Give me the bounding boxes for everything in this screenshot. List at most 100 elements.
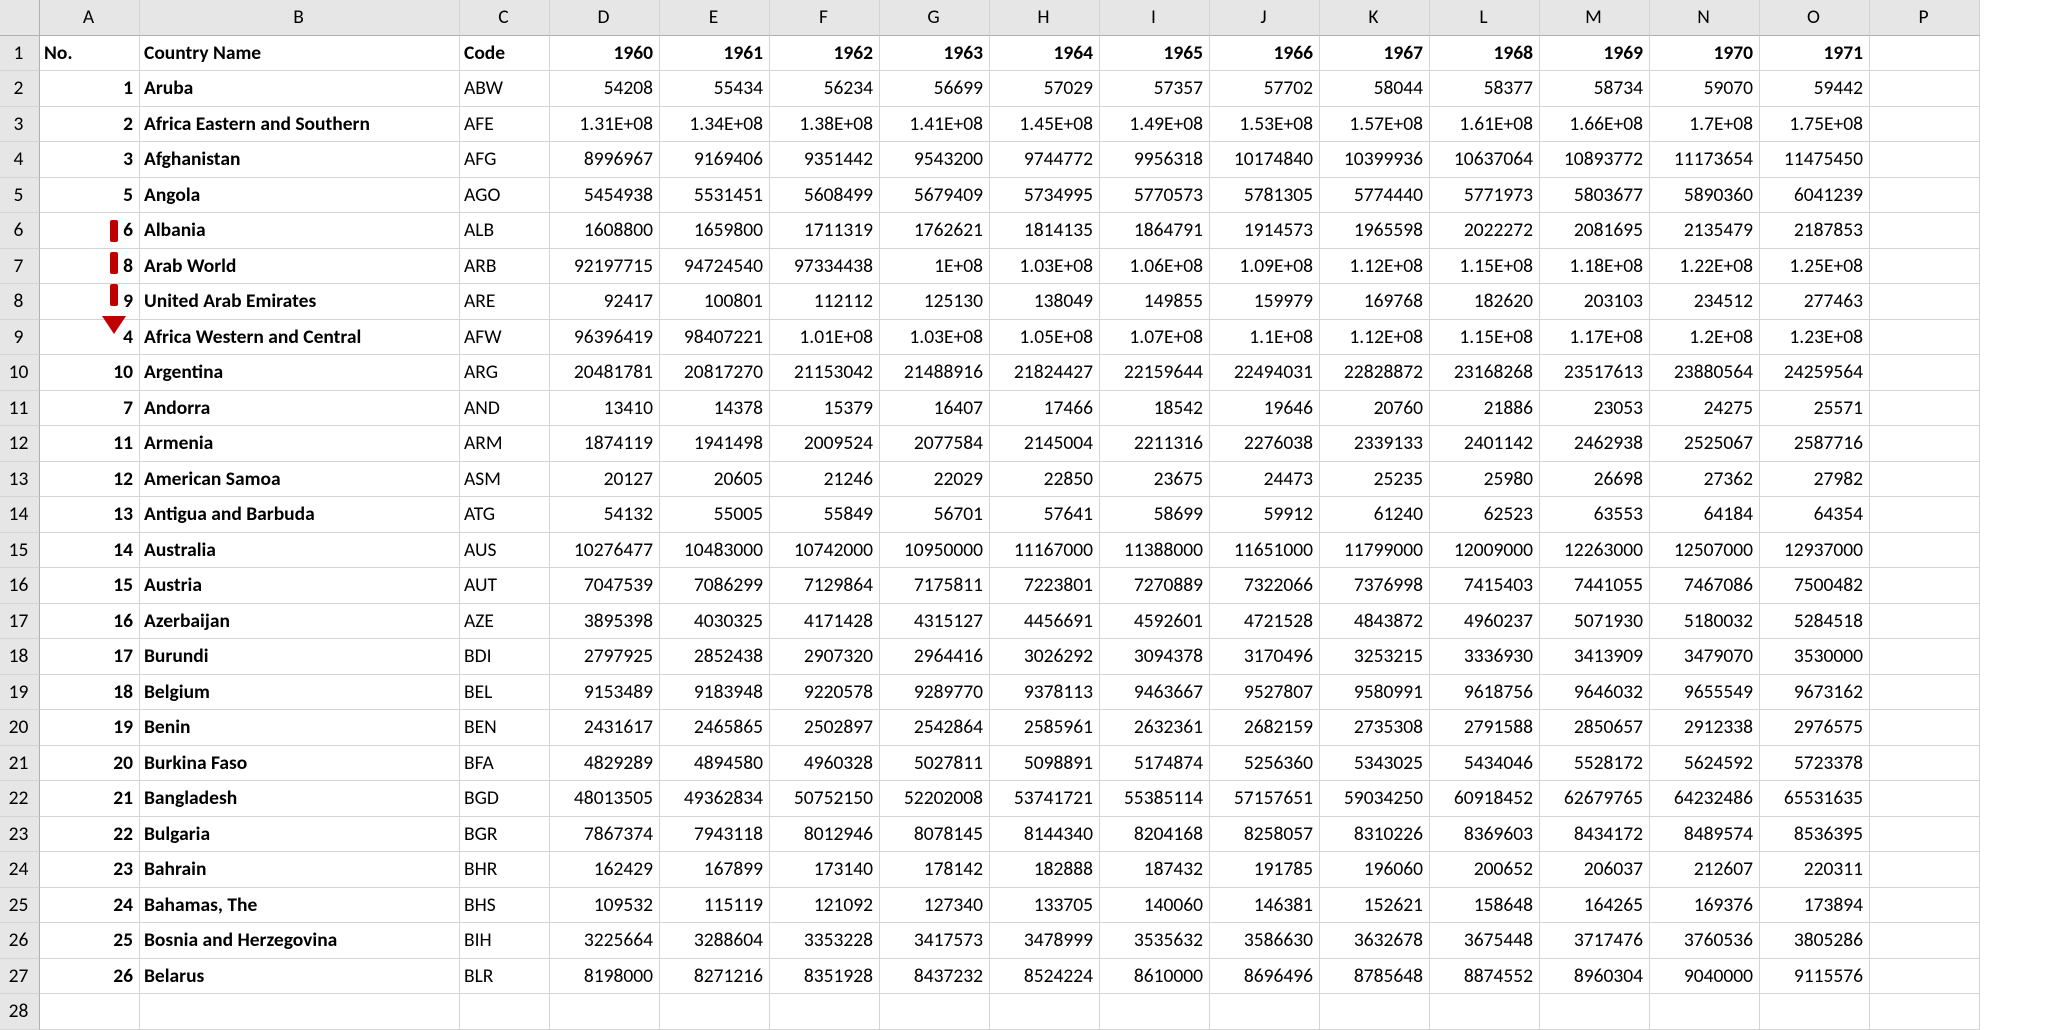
cell-16-4[interactable]: 7047539	[550, 568, 660, 604]
cell-9-6[interactable]: 1.01E+08	[770, 320, 880, 356]
cell-6-12[interactable]: 2022272	[1430, 213, 1540, 249]
cell-3-14[interactable]: 1.7E+08	[1650, 107, 1760, 143]
cell-24-9[interactable]: 187432	[1100, 852, 1210, 888]
cell-3-5[interactable]: 1.34E+08	[660, 107, 770, 143]
cell-8-13[interactable]: 203103	[1540, 284, 1650, 320]
cell-7-7[interactable]: 1E+08	[880, 249, 990, 285]
cell-22-4[interactable]: 48013505	[550, 781, 660, 817]
cell-8-14[interactable]: 234512	[1650, 284, 1760, 320]
cell-13-12[interactable]: 25980	[1430, 462, 1540, 498]
cell-15-12[interactable]: 12009000	[1430, 533, 1540, 569]
cell-p-6[interactable]	[1870, 213, 1980, 249]
cell-13-13[interactable]: 26698	[1540, 462, 1650, 498]
cell-2-9[interactable]: 57357	[1100, 71, 1210, 107]
cell-25-5[interactable]: 115119	[660, 888, 770, 924]
cell-code-13[interactable]: ASM	[460, 462, 550, 498]
cell-no-2[interactable]: 1	[40, 71, 140, 107]
cell-23-15[interactable]: 8536395	[1760, 817, 1870, 853]
cell-4-7[interactable]: 9543200	[880, 142, 990, 178]
cell-11-15[interactable]: 25571	[1760, 391, 1870, 427]
row-header-28[interactable]: 28	[0, 994, 40, 1030]
cell-4-15[interactable]: 11475450	[1760, 142, 1870, 178]
cell-2-4[interactable]: 54208	[550, 71, 660, 107]
row-header-17[interactable]: 17	[0, 604, 40, 640]
cell-5-14[interactable]: 5890360	[1650, 178, 1760, 214]
cell-15-5[interactable]: 10483000	[660, 533, 770, 569]
column-header-C[interactable]: C	[460, 0, 550, 36]
cell-21-6[interactable]: 4960328	[770, 746, 880, 782]
cell-5-5[interactable]: 5531451	[660, 178, 770, 214]
cell-p-4[interactable]	[1870, 142, 1980, 178]
cell-23-11[interactable]: 8310226	[1320, 817, 1430, 853]
cell-p-27[interactable]	[1870, 959, 1980, 995]
cell-17-11[interactable]: 4843872	[1320, 604, 1430, 640]
cell-25-14[interactable]: 169376	[1650, 888, 1760, 924]
cell-country-15[interactable]: Australia	[140, 533, 460, 569]
cell-28-1[interactable]	[140, 994, 460, 1030]
cell-5-6[interactable]: 5608499	[770, 178, 880, 214]
cell-24-15[interactable]: 220311	[1760, 852, 1870, 888]
cell-country-23[interactable]: Bulgaria	[140, 817, 460, 853]
cell-p-2[interactable]	[1870, 71, 1980, 107]
row-header-5[interactable]: 5	[0, 178, 40, 214]
column-header-L[interactable]: L	[1430, 0, 1540, 36]
cell-28-12[interactable]	[1540, 994, 1650, 1030]
cell-8-9[interactable]: 149855	[1100, 284, 1210, 320]
row-header-6[interactable]: 6	[0, 213, 40, 249]
column-header-P[interactable]: P	[1870, 0, 1980, 36]
cell-3-15[interactable]: 1.75E+08	[1760, 107, 1870, 143]
row-header-3[interactable]: 3	[0, 107, 40, 143]
cell-14-13[interactable]: 63553	[1540, 497, 1650, 533]
cell-11-13[interactable]: 23053	[1540, 391, 1650, 427]
cell-4-11[interactable]: 10399936	[1320, 142, 1430, 178]
cell-no-25[interactable]: 24	[40, 888, 140, 924]
cell-no-20[interactable]: 19	[40, 710, 140, 746]
cell-20-8[interactable]: 2585961	[990, 710, 1100, 746]
cell-15-14[interactable]: 12507000	[1650, 533, 1760, 569]
cell-25-11[interactable]: 152621	[1320, 888, 1430, 924]
cell-27-14[interactable]: 9040000	[1650, 959, 1760, 995]
cell-17-6[interactable]: 4171428	[770, 604, 880, 640]
cell-19-11[interactable]: 9580991	[1320, 675, 1430, 711]
cell-no-9[interactable]: 4	[40, 320, 140, 356]
cell-code-4[interactable]: AFG	[460, 142, 550, 178]
cell-no-8[interactable]: 9	[40, 284, 140, 320]
cell-9-7[interactable]: 1.03E+08	[880, 320, 990, 356]
cell-11-7[interactable]: 16407	[880, 391, 990, 427]
cell-18-10[interactable]: 3170496	[1210, 639, 1320, 675]
cell-8-4[interactable]: 92417	[550, 284, 660, 320]
row-header-10[interactable]: 10	[0, 355, 40, 391]
row-header-1[interactable]: 1	[0, 36, 40, 72]
cell-25-6[interactable]: 121092	[770, 888, 880, 924]
cell-25-13[interactable]: 164265	[1540, 888, 1650, 924]
cell-country-9[interactable]: Africa Western and Central	[140, 320, 460, 356]
cell-code-21[interactable]: BFA	[460, 746, 550, 782]
cell-18-9[interactable]: 3094378	[1100, 639, 1210, 675]
cell-18-6[interactable]: 2907320	[770, 639, 880, 675]
cell-16-13[interactable]: 7441055	[1540, 568, 1650, 604]
cell-4-5[interactable]: 9169406	[660, 142, 770, 178]
cell-28-14[interactable]	[1760, 994, 1870, 1030]
cell-21-7[interactable]: 5027811	[880, 746, 990, 782]
cell-p-3[interactable]	[1870, 107, 1980, 143]
cell-23-5[interactable]: 7943118	[660, 817, 770, 853]
cell-13-8[interactable]: 22850	[990, 462, 1100, 498]
cell-code-15[interactable]: AUS	[460, 533, 550, 569]
cell-13-11[interactable]: 25235	[1320, 462, 1430, 498]
cell-24-13[interactable]: 206037	[1540, 852, 1650, 888]
cell-27-5[interactable]: 8271216	[660, 959, 770, 995]
cell-13-6[interactable]: 21246	[770, 462, 880, 498]
cell-11-6[interactable]: 15379	[770, 391, 880, 427]
cell-22-7[interactable]: 52202008	[880, 781, 990, 817]
row-header-20[interactable]: 20	[0, 710, 40, 746]
cell-26-9[interactable]: 3535632	[1100, 923, 1210, 959]
cell-country-16[interactable]: Austria	[140, 568, 460, 604]
cell-19-14[interactable]: 9655549	[1650, 675, 1760, 711]
cell-p-19[interactable]	[1870, 675, 1980, 711]
cell-p-21[interactable]	[1870, 746, 1980, 782]
cell-26-11[interactable]: 3632678	[1320, 923, 1430, 959]
cell-23-13[interactable]: 8434172	[1540, 817, 1650, 853]
cell-22-12[interactable]: 60918452	[1430, 781, 1540, 817]
cell-8-6[interactable]: 112112	[770, 284, 880, 320]
cell-13-5[interactable]: 20605	[660, 462, 770, 498]
